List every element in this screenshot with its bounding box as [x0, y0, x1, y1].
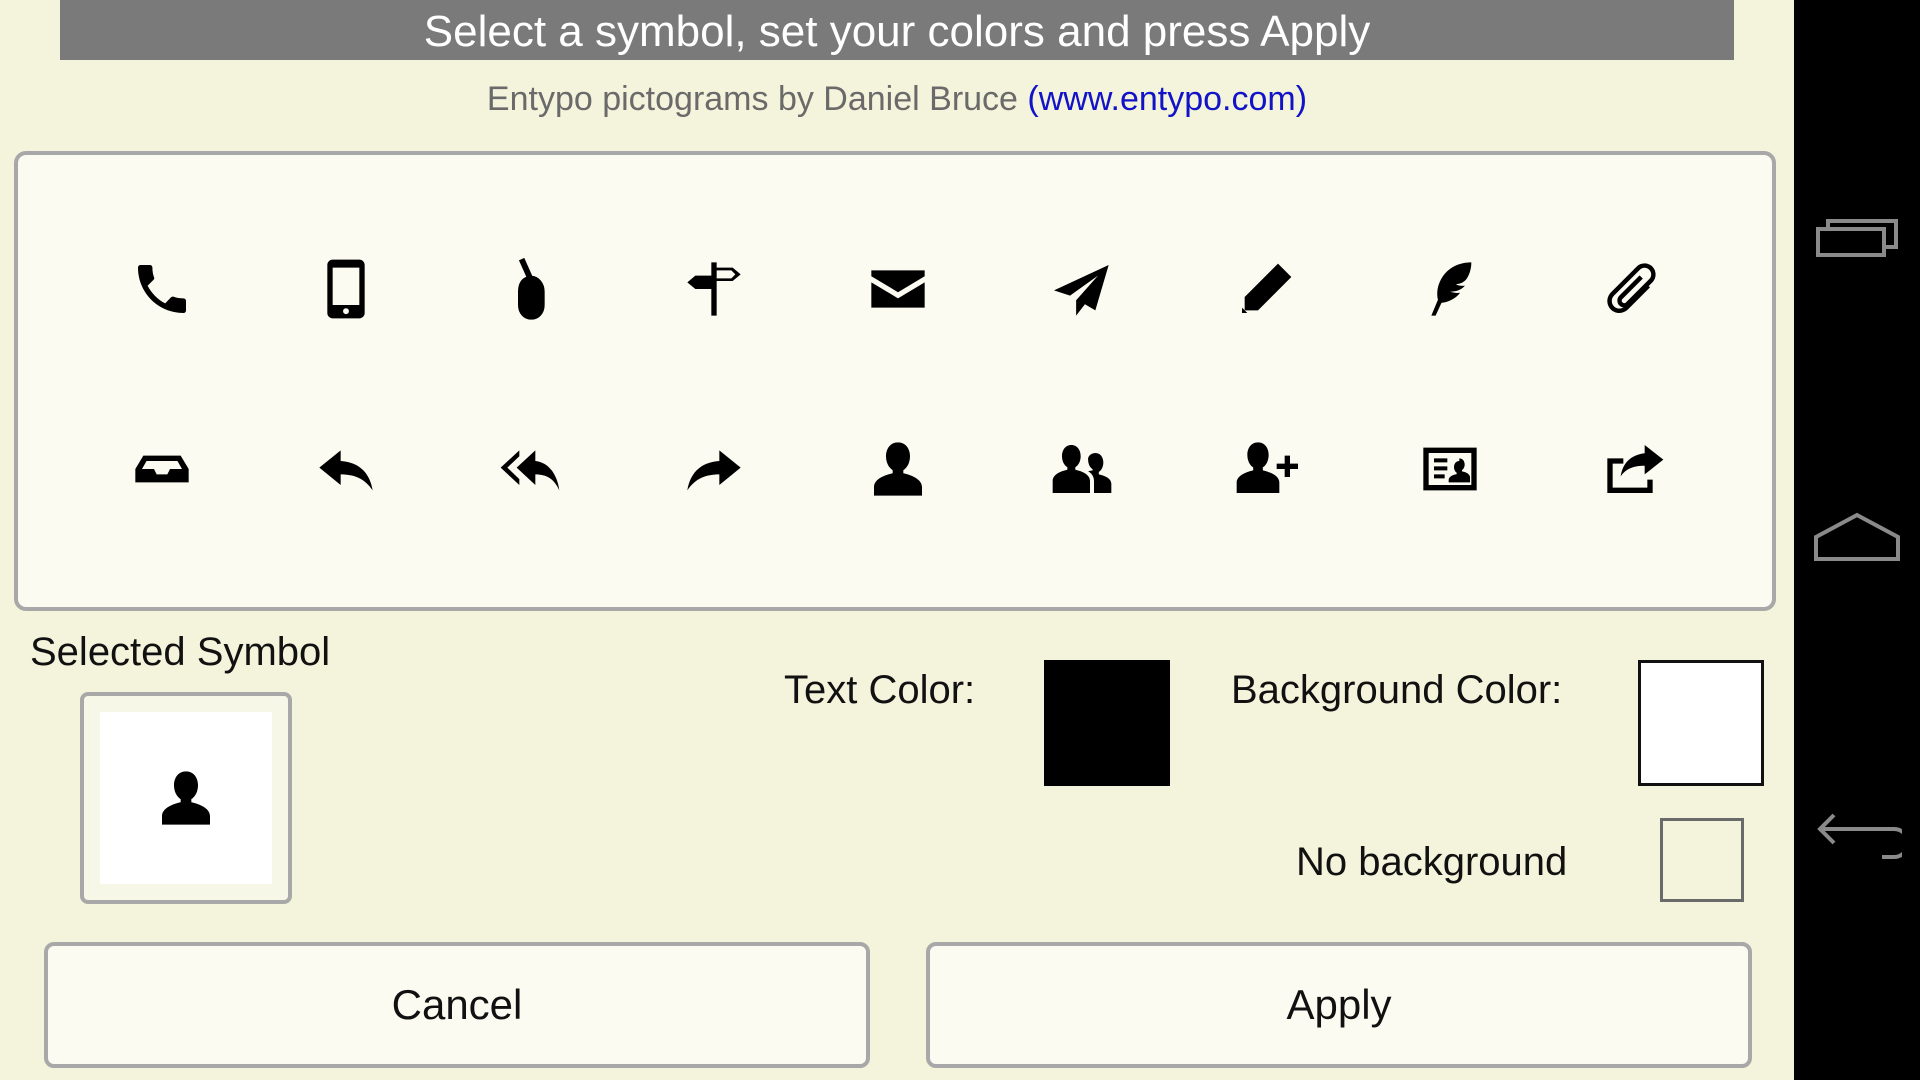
- preview-canvas: [100, 712, 272, 884]
- signpost-icon[interactable]: [664, 239, 764, 339]
- selected-symbol-preview: [80, 692, 292, 904]
- export-icon[interactable]: [1584, 419, 1684, 519]
- cancel-button[interactable]: Cancel: [44, 942, 870, 1068]
- paper-plane-icon[interactable]: [1032, 239, 1132, 339]
- apply-button[interactable]: Apply: [926, 942, 1752, 1068]
- feather-icon[interactable]: [1400, 239, 1500, 339]
- user-icon: [162, 771, 210, 825]
- vcard-icon[interactable]: [1400, 419, 1500, 519]
- symbol-row-1: [18, 239, 1772, 339]
- inbox-icon[interactable]: [112, 419, 212, 519]
- dialog-title: Select a symbol, set your colors and pre…: [60, 0, 1734, 60]
- users-icon[interactable]: [1032, 419, 1132, 519]
- credit-line: Entypo pictograms by Daniel Bruce (www.e…: [0, 74, 1794, 124]
- recent-apps-icon[interactable]: [1812, 194, 1902, 284]
- paperclip-icon[interactable]: [1584, 239, 1684, 339]
- pencil-icon[interactable]: [1216, 239, 1316, 339]
- phone-icon[interactable]: [112, 239, 212, 339]
- text-color-label: Text Color:: [784, 668, 976, 712]
- symbol-grid: [14, 151, 1776, 611]
- reply-all-icon[interactable]: [480, 419, 580, 519]
- system-navigation-bar: [1794, 0, 1920, 1080]
- entypo-link[interactable]: (www.entypo.com): [1027, 80, 1307, 118]
- mobile-icon[interactable]: [296, 239, 396, 339]
- mail-icon[interactable]: [848, 239, 948, 339]
- forward-icon[interactable]: [664, 419, 764, 519]
- reply-icon[interactable]: [296, 419, 396, 519]
- back-icon[interactable]: [1812, 792, 1902, 882]
- credit-text: Entypo pictograms by Daniel Bruce: [486, 80, 1018, 118]
- mouse-icon[interactable]: [480, 239, 580, 339]
- symbol-row-2: [18, 419, 1772, 519]
- add-user-icon[interactable]: [1216, 419, 1316, 519]
- selected-symbol-label: Selected Symbol: [30, 630, 331, 674]
- background-color-label: Background Color:: [1231, 668, 1563, 712]
- text-color-swatch[interactable]: [1044, 660, 1170, 786]
- user-icon[interactable]: [848, 419, 948, 519]
- home-icon[interactable]: [1812, 492, 1902, 582]
- background-color-swatch[interactable]: [1638, 660, 1764, 786]
- symbol-picker-dialog: Select a symbol, set your colors and pre…: [0, 0, 1794, 1080]
- no-background-label: No background: [1296, 840, 1568, 884]
- no-background-checkbox[interactable]: [1660, 818, 1744, 902]
